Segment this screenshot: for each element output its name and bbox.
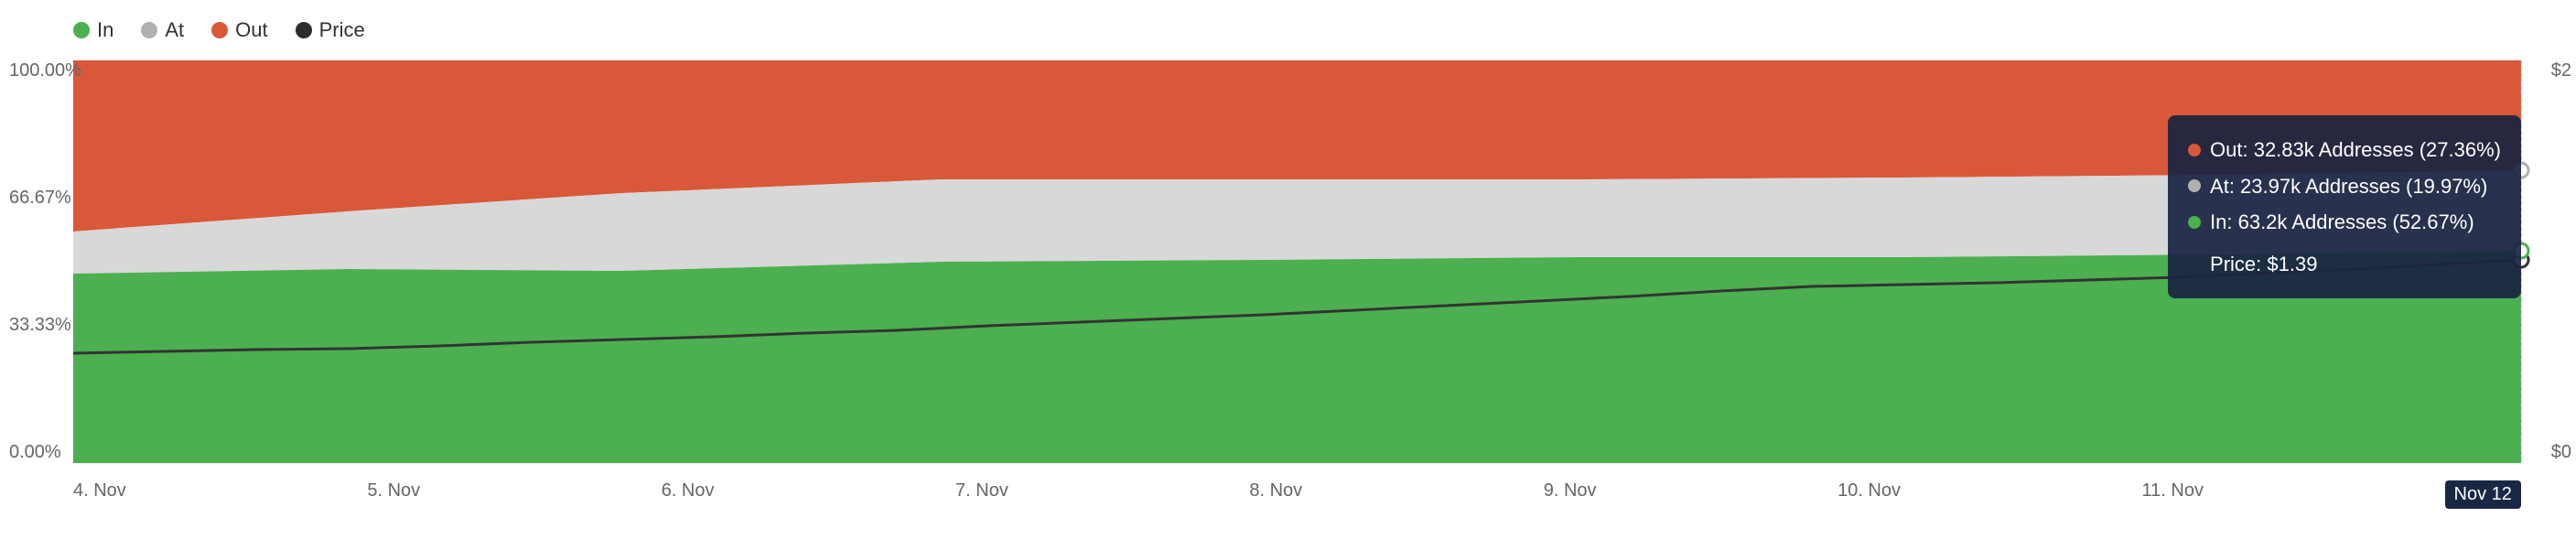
tooltip-dot-at <box>2188 179 2201 192</box>
x-label-5nov: 5. Nov <box>367 480 420 509</box>
x-label-nov12: Nov 12 <box>2445 480 2521 509</box>
in-dot <box>73 22 90 38</box>
x-label-9nov: 9. Nov <box>1544 480 1597 509</box>
y-axis-left: 100.00% 66.67% 33.33% 0.00% <box>9 60 81 463</box>
x-label-10nov: 10. Nov <box>1838 480 1901 509</box>
legend-item-out: Out <box>211 18 267 42</box>
y-label-0: 0.00% <box>9 442 81 463</box>
y-label-100: 100.00% <box>9 60 81 81</box>
y-right-top: $2 <box>2551 60 2571 81</box>
legend-item-in: In <box>73 18 113 42</box>
tooltip-dot-in <box>2188 216 2201 229</box>
out-dot <box>211 22 228 38</box>
price-dot <box>296 22 312 38</box>
in-area <box>73 251 2521 463</box>
y-right-bot: $0 <box>2551 442 2571 463</box>
x-label-7nov: 7. Nov <box>955 480 1008 509</box>
y-label-33: 33.33% <box>9 315 81 336</box>
tooltip-row-at: At: 23.97k Addresses (19.97%) <box>2188 168 2501 205</box>
tooltip-label-in: In: 63.2k Addresses (52.67%) <box>2210 204 2474 241</box>
legend-label-out: Out <box>235 18 267 42</box>
x-label-8nov: 8. Nov <box>1249 480 1302 509</box>
legend-item-at: At <box>141 18 184 42</box>
tooltip: Out: 32.83k Addresses (27.36%) At: 23.97… <box>2168 115 2521 298</box>
x-label-6nov: 6. Nov <box>662 480 715 509</box>
tooltip-row-out: Out: 32.83k Addresses (27.36%) <box>2188 132 2501 168</box>
tooltip-dot-out <box>2188 144 2201 156</box>
tooltip-row-in: In: 63.2k Addresses (52.67%) <box>2188 204 2501 241</box>
chart-legend: In At Out Price <box>73 18 2521 42</box>
legend-label-at: At <box>165 18 184 42</box>
legend-label-in: In <box>97 18 113 42</box>
chart-area: 100.00% 66.67% 33.33% 0.00% $2 $0 <box>73 60 2521 463</box>
chart-svg <box>73 60 2521 463</box>
tooltip-label-at: At: 23.97k Addresses (19.97%) <box>2210 168 2487 205</box>
y-label-67: 66.67% <box>9 188 81 209</box>
legend-item-price: Price <box>296 18 365 42</box>
tooltip-row-price: Price: $1.39 <box>2188 246 2501 283</box>
at-dot <box>141 22 157 38</box>
x-label-4nov: 4. Nov <box>73 480 126 509</box>
y-axis-right: $2 $0 <box>2551 60 2571 463</box>
chart-container: In At Out Price 100.00% 66.67% 33.33% 0.… <box>0 0 2576 539</box>
tooltip-label-out: Out: 32.83k Addresses (27.36%) <box>2210 132 2501 168</box>
x-axis: 4. Nov 5. Nov 6. Nov 7. Nov 8. Nov 9. No… <box>73 480 2521 509</box>
legend-label-price: Price <box>319 18 365 42</box>
x-label-11nov: 11. Nov <box>2142 480 2204 509</box>
tooltip-label-price: Price: $1.39 <box>2188 246 2317 283</box>
